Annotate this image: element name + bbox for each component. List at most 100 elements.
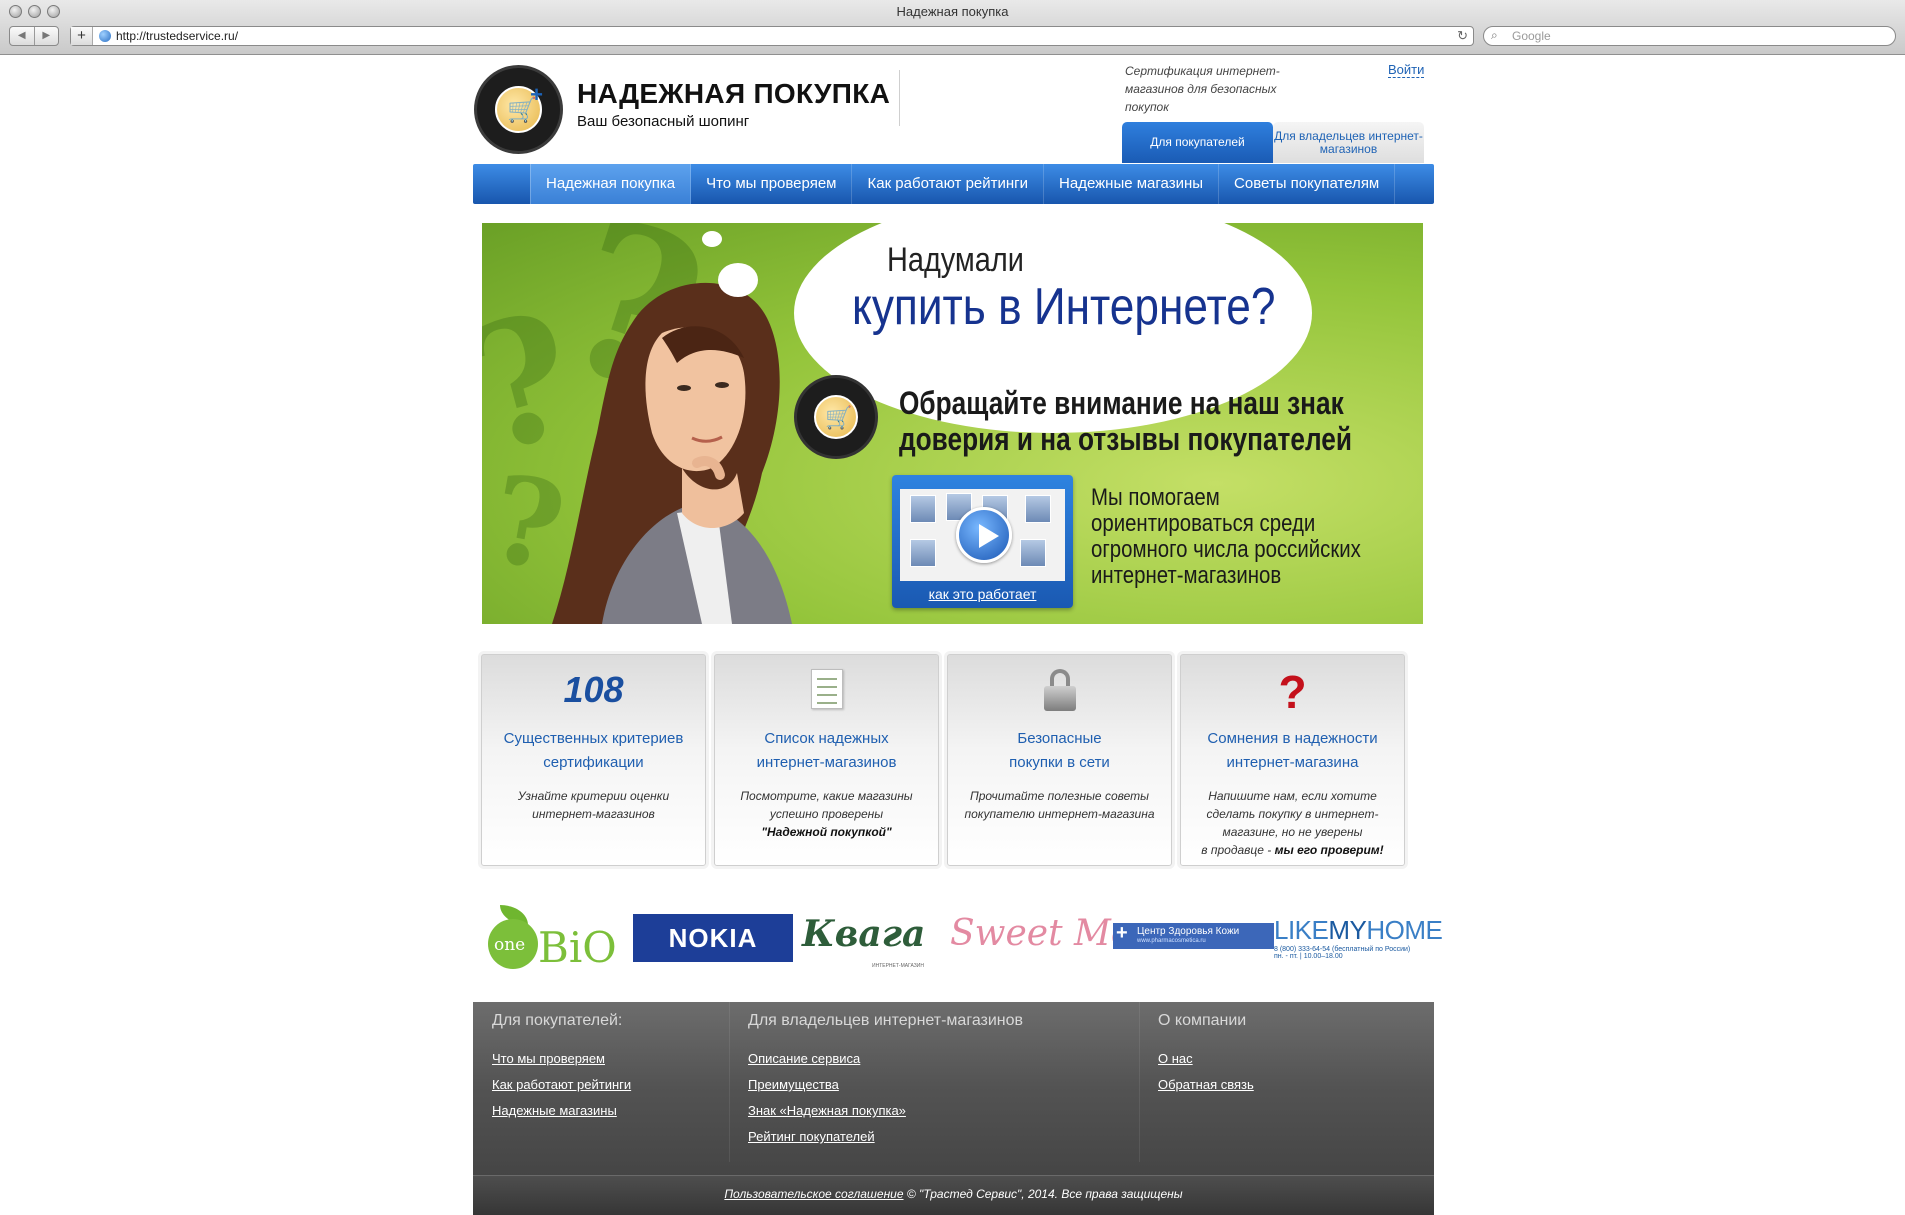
feature-desc-line: в продавце -	[1201, 843, 1275, 857]
footer-company-heading: О компании	[1158, 1012, 1247, 1029]
skin-health-center-logo[interactable]: + Центр Здоровья Кожи www.pharmacosmetic…	[1113, 923, 1274, 949]
user-agreement-link[interactable]: Пользовательское соглашение	[724, 1187, 903, 1201]
feature-boxes: 108 Существенных критериев сертификации …	[481, 654, 1407, 866]
thought-cloud-puff	[702, 231, 722, 247]
back-button[interactable]: ◀	[10, 27, 34, 45]
feature-doubts[interactable]: ? Сомнения в надежности интернет-магазин…	[1180, 654, 1405, 866]
nav-item-reliable-shops[interactable]: Надежные магазины	[1044, 164, 1220, 204]
thought-cloud-puff	[718, 263, 758, 297]
nav-item-how-ratings-work[interactable]: Как работают рейтинги	[852, 164, 1045, 204]
search-field[interactable]: ⌕ Google	[1483, 26, 1896, 46]
feature-title[interactable]: Сомнения в надежности интернет-магазина	[1181, 727, 1404, 775]
footer-link-how-ratings-work[interactable]: Как работают рейтинги	[492, 1077, 631, 1092]
nav-item-what-we-check[interactable]: Что мы проверяем	[691, 164, 853, 204]
feature-desc-line: интернет-магазинов	[532, 807, 655, 821]
footer-link-reliable-shops[interactable]: Надежные магазины	[492, 1103, 631, 1118]
woman-thinking-illustration	[552, 282, 792, 624]
sweetme-text: Sweet Me	[950, 913, 1133, 954]
likemyhome-my: MY	[1328, 915, 1367, 945]
logo-cart-emblem: 🛒 +	[495, 82, 543, 133]
skin-health-name: Центр Здоровья Кожи	[1137, 926, 1240, 937]
tab-buyers[interactable]: Для покупателей	[1122, 122, 1273, 163]
footer-link-trust-mark[interactable]: Знак «Надежная покупка»	[748, 1103, 1023, 1118]
question-icon: ?	[1278, 666, 1307, 718]
trust-message: Обращайте внимание на наш знак доверия и…	[899, 385, 1352, 457]
feature-desc-line: сделать покупку в интернет-	[1206, 807, 1379, 821]
footer-link-what-we-check[interactable]: Что мы проверяем	[492, 1051, 631, 1066]
help-message: Мы помогаем ориентироваться среди огромн…	[1091, 485, 1361, 589]
kvaga-text: Квага	[802, 913, 926, 955]
how-it-works-link[interactable]: как это работает	[892, 586, 1073, 602]
feature-desc-line: успешно проверены	[769, 807, 884, 821]
promo-banner: ? ? ? Надумали купить в Интернете? 🛒 Обр…	[482, 223, 1423, 624]
nokia-text: NOKIA	[668, 923, 758, 953]
how-it-works-video[interactable]: как это работает	[892, 475, 1073, 608]
likemyhome-hours: пн. - пт. | 10.00–18.00	[1274, 953, 1343, 960]
forward-button[interactable]: ▶	[33, 27, 59, 45]
play-icon[interactable]	[956, 507, 1012, 563]
banner-cloud-line1: Надумали	[887, 241, 1024, 279]
footer-column-divider	[729, 1002, 730, 1162]
nav-item-buyer-tips[interactable]: Советы покупателям	[1219, 164, 1396, 204]
feature-desc-line: магазине, но не уверены	[1222, 825, 1363, 839]
lock-icon	[1043, 669, 1076, 711]
feature-desc-line: Напишите нам, если хотите	[1208, 789, 1377, 803]
footer-owners-heading: Для владельцев интернет-магазинов	[748, 1012, 1024, 1029]
feature-title[interactable]: Список надежных интернет-магазинов	[715, 727, 938, 775]
footer-link-feedback[interactable]: Обратная связь	[1158, 1077, 1254, 1092]
nokia-logo[interactable]: NOKIA	[633, 914, 793, 962]
address-bar[interactable]: + http://trustedservice.ru/ ↻	[70, 26, 1474, 46]
feature-title-line: Существенных критериев	[503, 730, 684, 747]
reload-icon[interactable]: ↻	[1457, 27, 1468, 45]
footer-link-advantages[interactable]: Преимущества	[748, 1077, 1023, 1092]
feature-desc-line: Посмотрите, какие магазины	[740, 789, 913, 803]
brand-name[interactable]: НАДЕЖНАЯ ПОКУПКА	[577, 78, 890, 110]
sweetme-logo[interactable]: Sweet Me	[950, 913, 1132, 979]
history-buttons: ◀ ▶	[9, 26, 59, 46]
site-logo-seal[interactable]: 🛒 +	[474, 65, 563, 154]
footer-link-buyer-rating[interactable]: Рейтинг покупателей	[748, 1129, 1023, 1144]
browser-toolbar: Надежная покупка ◀ ▶ + http://trustedser…	[0, 0, 1905, 55]
footer-copyright-bar: Пользовательское соглашение © "Трастед С…	[473, 1175, 1434, 1215]
likemyhome-like: LIKE	[1274, 915, 1329, 945]
banner-cloud-line2: купить в Интернете?	[852, 278, 1276, 336]
criteria-count: 108	[563, 669, 624, 710]
footer-column-divider	[1139, 1002, 1140, 1162]
feature-title-line: интернет-магазина	[1226, 754, 1359, 771]
copyright-text: © "Трастед Сервис", 2014. Все права защи…	[906, 1187, 1183, 1201]
footer-link-service-description[interactable]: Описание сервиса	[748, 1051, 1023, 1066]
help-line1: Мы помогаем	[1091, 484, 1220, 511]
likemyhome-logo[interactable]: LIKEMYHOME 8 (800) 333-64-54 (бесплатный…	[1274, 915, 1443, 981]
feature-title[interactable]: Существенных критериев сертификации	[482, 727, 705, 775]
main-nav: Надежная покупка Что мы проверяем Как ра…	[473, 164, 1434, 204]
header-divider	[899, 70, 900, 126]
checklist-icon	[810, 669, 843, 709]
video-thumb-tile	[910, 495, 936, 523]
onebio-logo[interactable]: one BiO	[486, 905, 626, 972]
feature-desc-line: покупателю интернет-магазина	[964, 807, 1155, 821]
medical-cross-icon: +	[1116, 922, 1128, 944]
footer-company-column: О компании О нас Обратная связь	[1158, 1002, 1254, 1174]
nav-item-reliable-purchase[interactable]: Надежная покупка	[530, 164, 692, 204]
add-bookmark-button[interactable]: +	[71, 27, 93, 45]
footer-link-about[interactable]: О нас	[1158, 1051, 1254, 1066]
kvaga-logo[interactable]: Квага ИНТЕРНЕТ-МАГАЗИН	[802, 913, 930, 979]
feature-safe-shopping[interactable]: Безопасные покупки в сети Прочитайте пол…	[947, 654, 1172, 866]
feature-reliable-list[interactable]: Список надежных интернет-магазинов Посмо…	[714, 654, 939, 866]
trust-seal-badge: 🛒	[794, 375, 878, 459]
url-text[interactable]: http://trustedservice.ru/	[116, 29, 238, 43]
feature-title[interactable]: Безопасные покупки в сети	[948, 727, 1171, 775]
feature-title-line: покупки в сети	[1009, 754, 1110, 771]
feature-title-line: Безопасные	[1017, 730, 1102, 747]
trust-line1: Обращайте внимание на наш знак	[899, 385, 1344, 421]
tab-shop-owners[interactable]: Для владельцев интернет-магазинов	[1273, 122, 1424, 163]
kvaga-subtitle: ИНТЕРНЕТ-МАГАЗИН	[872, 963, 924, 969]
seal-cart-emblem: 🛒	[814, 395, 858, 439]
window-title: Надежная покупка	[896, 4, 1009, 19]
login-link[interactable]: Войти	[1388, 62, 1425, 78]
feature-criteria[interactable]: 108 Существенных критериев сертификации …	[481, 654, 706, 866]
search-icon: ⌕	[1491, 28, 1498, 42]
skin-health-url: www.pharmacosmetica.ru	[1137, 938, 1206, 944]
video-thumbnail	[900, 489, 1065, 581]
footer-owners-column: Для владельцев интернет-магазинов Описан…	[748, 1002, 1023, 1174]
